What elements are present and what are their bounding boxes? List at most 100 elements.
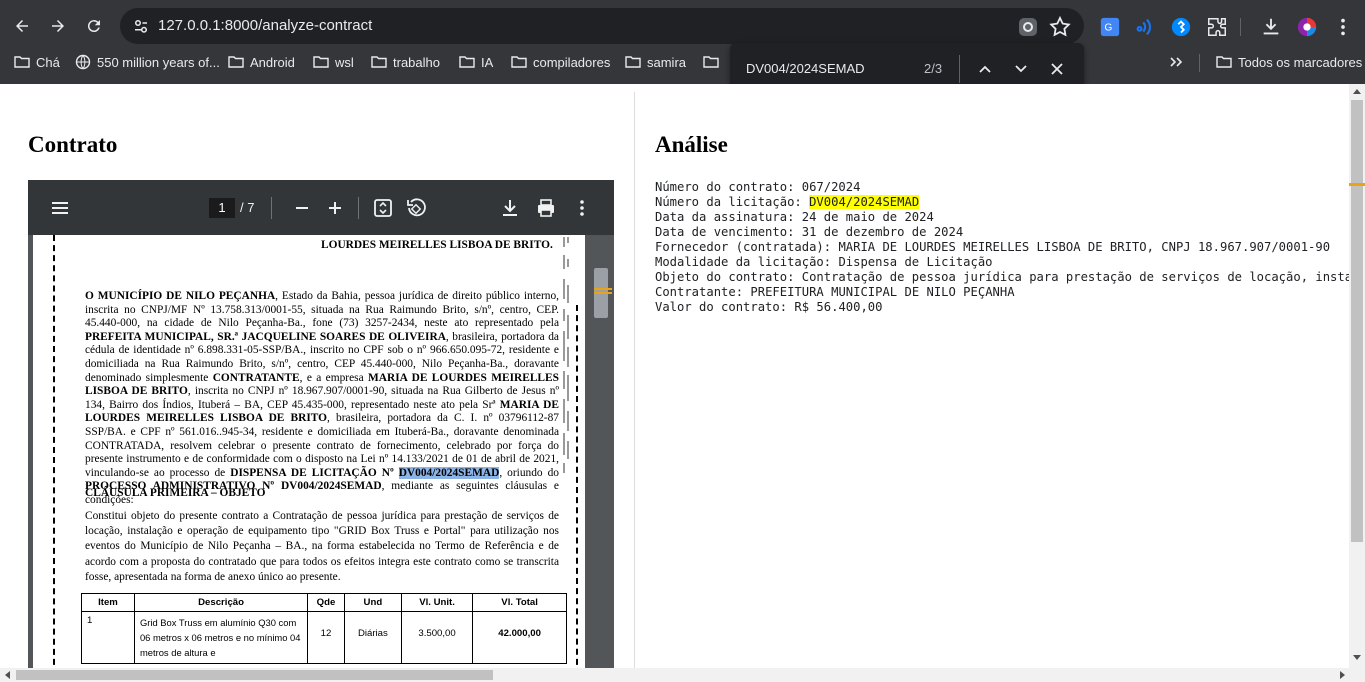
- analysis-line: Objeto do contrato: Contratação de pesso…: [655, 270, 1349, 284]
- bookmark-folder[interactable]: Chá: [14, 48, 60, 78]
- table-cell: 42.000,00: [472, 611, 567, 664]
- scroll-down-arrow[interactable]: [1353, 655, 1361, 660]
- pdf-toolbar: 1 / 7: [28, 180, 614, 235]
- bookmark-folder-partial[interactable]: [703, 48, 725, 78]
- analysis-line: Valor do contrato: R$ 56.400,00: [655, 300, 883, 314]
- globe-icon: [75, 54, 91, 70]
- clause-title: CLÁUSULA PRIMEIRA – OBJETO: [85, 487, 266, 499]
- scroll-left-arrow[interactable]: [5, 671, 10, 679]
- analysis-line: Modalidade da licitação: Dispensa de Lic…: [655, 255, 993, 269]
- google-lens-icon[interactable]: [1016, 15, 1040, 39]
- page-border-right: [576, 305, 578, 668]
- contracting-party: O MUNICÍPIO DE NILO PEÇANHA: [85, 290, 276, 302]
- mayor-name: PREFEITA MUNICIPAL, SR.ª JACQUELINE SOAR…: [85, 330, 446, 343]
- find-scroll-marker: [1349, 183, 1365, 186]
- bookmark-folder[interactable]: IA: [459, 48, 493, 78]
- preamble-text: , oriundo do: [499, 466, 559, 479]
- forward-button[interactable]: [44, 12, 72, 40]
- folder-icon: [511, 56, 527, 68]
- analysis-line: Fornecedor (contratada): MARIA DE LOURDE…: [655, 240, 1331, 254]
- profile-avatar[interactable]: [1296, 16, 1318, 38]
- scroll-right-arrow[interactable]: [1340, 671, 1345, 679]
- fit-page-icon[interactable]: [372, 197, 394, 219]
- find-close-button[interactable]: [1047, 59, 1067, 79]
- bookmark-folder[interactable]: compiladores: [511, 48, 610, 78]
- print-icon[interactable]: [535, 197, 557, 219]
- header-line: LOURDES MEIRELLES LISBOA DE BRITO.: [321, 239, 553, 251]
- bookmark-folder[interactable]: wsl: [313, 48, 354, 78]
- shazam-extension-icon[interactable]: [1170, 16, 1192, 38]
- bookmark-link[interactable]: 550 million years of...: [75, 48, 220, 78]
- bookmark-folder[interactable]: trabalho: [371, 48, 440, 78]
- more-options-icon[interactable]: [571, 197, 593, 219]
- column-header: Qde: [307, 593, 345, 612]
- back-button[interactable]: [8, 12, 36, 40]
- table-cell: Grid Box Truss em alumínio Q30 com 06 me…: [133, 611, 309, 664]
- download-icon[interactable]: [499, 197, 521, 219]
- read-aloud-extension-icon[interactable]: [1134, 16, 1156, 38]
- table-header-row: Item Descrição Qde Und Vl. Unit. Vl. Tot…: [81, 593, 567, 612]
- zoom-in-icon[interactable]: [324, 197, 346, 219]
- scrollbar-thumb[interactable]: [16, 670, 493, 680]
- zoom-out-icon[interactable]: [291, 197, 313, 219]
- menu-icon[interactable]: [49, 197, 71, 219]
- site-info-icon[interactable]: [132, 17, 150, 35]
- bookmarks-divider: [1199, 54, 1200, 72]
- column-header: Und: [343, 593, 402, 612]
- arrow-left-icon: [16, 20, 28, 32]
- svg-text:G: G: [1105, 23, 1113, 34]
- folder-icon: [459, 56, 475, 68]
- preamble-text: , e a empresa: [299, 371, 368, 384]
- find-divider: [959, 55, 960, 83]
- scroll-up-arrow[interactable]: [1353, 89, 1361, 94]
- folder-icon: [1216, 56, 1232, 68]
- extensions-puzzle-icon[interactable]: [1206, 16, 1228, 38]
- arrow-right-icon: [52, 20, 64, 32]
- column-header: Descrição: [133, 593, 309, 612]
- toolbar-divider: [358, 197, 359, 219]
- scrollbar-thumb[interactable]: [1351, 100, 1363, 542]
- items-table: Item Descrição Qde Und Vl. Unit. Vl. Tot…: [81, 593, 567, 664]
- analysis-line: Data da assinatura: 24 de maio de 2024: [655, 210, 934, 224]
- bookmarks-overflow-button[interactable]: [1168, 48, 1190, 78]
- bookmark-star-icon[interactable]: [1048, 15, 1072, 39]
- column-header: Vl. Unit.: [400, 593, 474, 612]
- analysis-line: Número da licitação: DV004/2024SEMAD: [655, 195, 920, 209]
- all-bookmarks-button[interactable]: Todos os marcadores: [1216, 48, 1362, 78]
- chevron-double-right-icon: [1170, 57, 1183, 67]
- page-border-left: [53, 235, 55, 668]
- find-next-button[interactable]: [1011, 59, 1031, 79]
- more-menu-icon[interactable]: [1332, 16, 1354, 38]
- toolbar-divider: [271, 197, 272, 219]
- page-total: / 7: [240, 200, 255, 215]
- url-text: 127.0.0.1:8000/analyze-contract: [158, 17, 373, 34]
- analysis-output: Número do contrato: 067/2024 Número da li…: [655, 180, 1349, 315]
- address-bar[interactable]: 127.0.0.1:8000/analyze-contract: [120, 8, 1084, 44]
- bookmark-folder[interactable]: samira: [625, 48, 686, 78]
- table-row: 1 Grid Box Truss em alumínio Q30 com 06 …: [81, 611, 567, 664]
- column-header: Vl. Total: [472, 593, 567, 612]
- table-cell: 1: [81, 611, 135, 664]
- analysis-title: Análise: [655, 132, 728, 157]
- find-match-highlight-active: DV004/2024SEMAD: [809, 195, 920, 209]
- table-cell: 12: [307, 611, 345, 664]
- column-header: Item: [81, 593, 135, 612]
- pdf-viewer: 1 / 7 LOURDES MEIRELLES LISBOA DE BRITO.…: [28, 180, 614, 668]
- rotate-icon[interactable]: [405, 197, 427, 219]
- toolbar-divider: [1240, 18, 1241, 36]
- bookmark-folder[interactable]: Android: [228, 48, 295, 78]
- reload-button[interactable]: [80, 12, 108, 40]
- page-horizontal-scrollbar[interactable]: [0, 668, 1365, 682]
- table-cell: 3.500,00: [400, 611, 474, 664]
- analysis-pane: Análise Número do contrato: 067/2024 Núme…: [635, 84, 1349, 668]
- find-previous-button[interactable]: [975, 59, 995, 79]
- page-number-input[interactable]: 1: [209, 198, 235, 218]
- contract-title: Contrato: [28, 132, 118, 157]
- downloads-icon[interactable]: [1260, 16, 1282, 38]
- analysis-line: Data de vencimento: 31 de dezembro de 20…: [655, 225, 964, 239]
- folder-icon: [703, 56, 719, 68]
- translate-extension-icon[interactable]: G: [1099, 16, 1121, 38]
- find-match-highlight: DV004/2024SEMAD: [398, 466, 500, 479]
- page-vertical-scrollbar[interactable]: [1349, 84, 1365, 668]
- analysis-line: Contratante: PREFEITURA MUNICIPAL DE NIL…: [655, 285, 1015, 299]
